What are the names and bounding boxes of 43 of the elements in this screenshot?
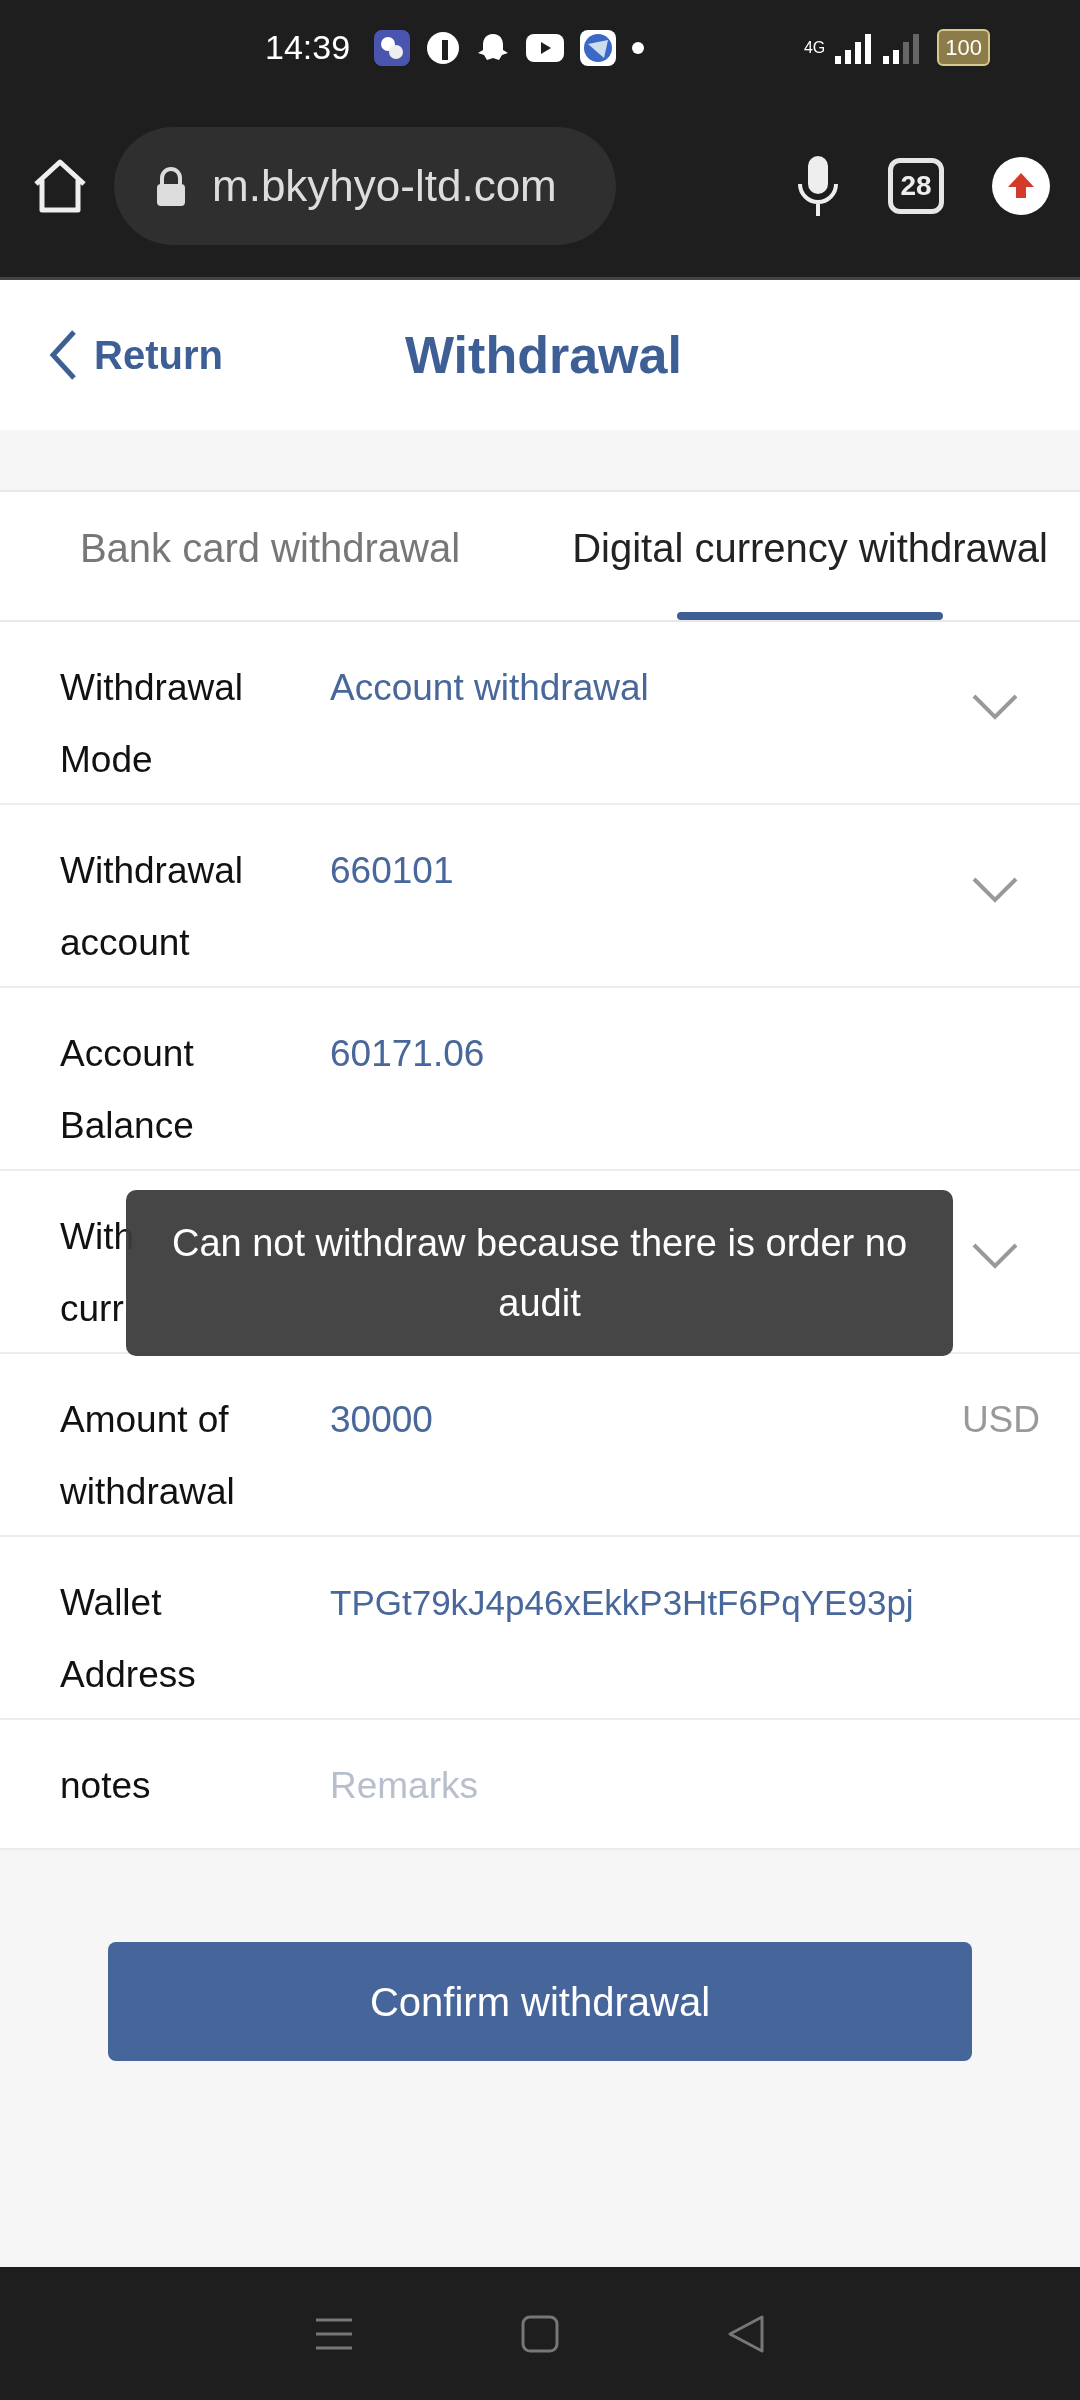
triangle-icon bbox=[726, 2313, 767, 2354]
select-value[interactable]: Account withdrawal bbox=[330, 652, 649, 724]
dot-icon bbox=[632, 41, 645, 54]
update-button[interactable] bbox=[992, 157, 1050, 215]
address-bar[interactable]: m.bkyhyo-ltd.com bbox=[114, 127, 616, 245]
field-label: Amount of withdrawal bbox=[60, 1398, 235, 1514]
tab-count-button[interactable]: 28 bbox=[888, 158, 944, 214]
confirm-button[interactable]: Confirm withdrawal bbox=[108, 1942, 972, 2061]
tab[interactable]: Bank card withdrawal bbox=[79, 492, 461, 604]
field-value: TPGt79kJ4p46xEkkP3HtF6PqYE93pj bbox=[330, 1582, 914, 1624]
app-icon bbox=[580, 29, 617, 66]
page-title: Withdrawal bbox=[405, 325, 682, 386]
chevron-left-icon bbox=[48, 329, 78, 381]
lock-icon bbox=[154, 166, 188, 206]
field-label: Withdrawal Mode bbox=[60, 666, 243, 782]
signal-icon bbox=[881, 31, 922, 64]
notes-field[interactable]: Remarks bbox=[330, 1750, 730, 1822]
circle-app-icon bbox=[426, 30, 461, 65]
clock-time: 14:39 bbox=[265, 27, 351, 68]
chevron-down-icon bbox=[972, 877, 1018, 903]
back-button[interactable] bbox=[726, 2313, 767, 2354]
network-label: 4G bbox=[803, 37, 826, 58]
arrow-up-icon bbox=[992, 157, 1050, 215]
currency-unit: USD bbox=[961, 1398, 1040, 1442]
tab[interactable]: Digital currency withdrawal bbox=[572, 492, 1048, 604]
signal-icon bbox=[833, 31, 874, 64]
field-label: Wallet Address bbox=[60, 1581, 196, 1697]
app-icon bbox=[374, 29, 411, 66]
microphone-button[interactable] bbox=[796, 154, 840, 218]
return-button[interactable]: Return bbox=[0, 325, 223, 385]
microphone-icon bbox=[796, 154, 840, 218]
toast-message: Can not withdraw because there is order no audit bbox=[126, 1190, 953, 1356]
chevron-down-icon bbox=[972, 694, 1018, 720]
square-icon bbox=[521, 2314, 559, 2353]
field-label: Account Balance bbox=[60, 1032, 194, 1148]
field-label: Withdrawal account bbox=[60, 849, 243, 965]
select-value[interactable]: 660101 bbox=[330, 835, 454, 907]
field-value: 60171.06 bbox=[330, 1032, 485, 1076]
battery-level: 100 bbox=[937, 29, 990, 66]
chevron-down-icon bbox=[972, 1243, 1018, 1269]
play-icon bbox=[526, 33, 565, 62]
field-label: notes bbox=[60, 1764, 151, 1808]
field-value: 30000 bbox=[330, 1398, 433, 1442]
